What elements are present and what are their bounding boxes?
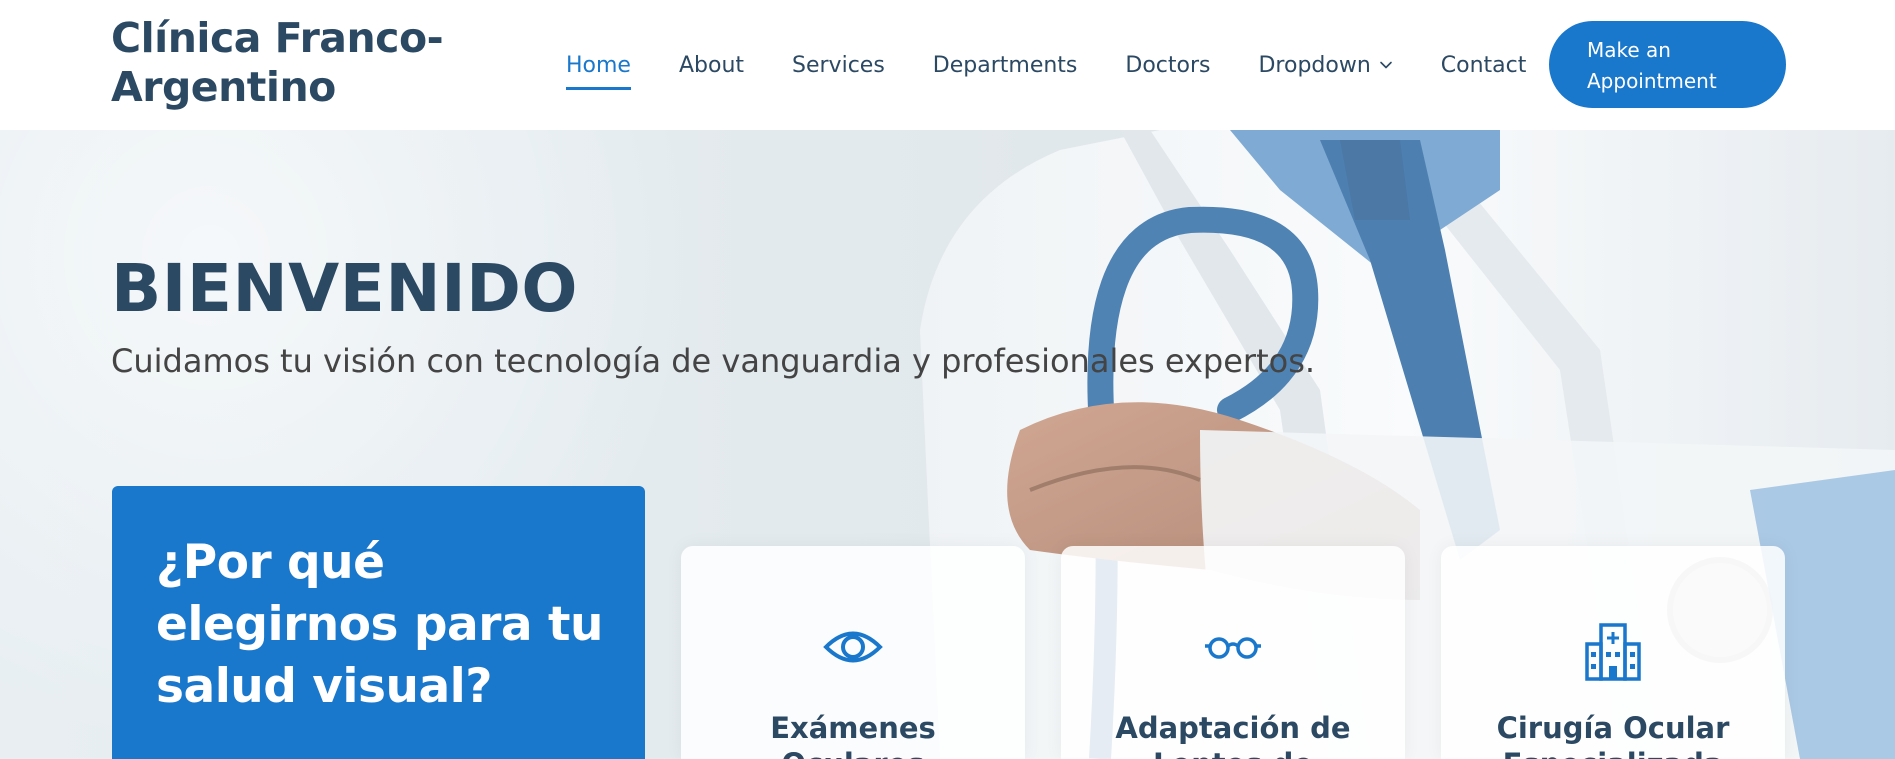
service-card-title: Cirugía Ocular Especializada: [1496, 711, 1730, 759]
nav-doctors-label: Doctors: [1125, 52, 1211, 78]
nav-dropdown[interactable]: Dropdown: [1234, 0, 1416, 130]
nav-doctors[interactable]: Doctors: [1101, 0, 1234, 130]
service-card-exams[interactable]: Exámenes Oculares: [681, 546, 1025, 759]
service-card-title: Adaptación de Lentes de: [1115, 711, 1351, 759]
why-choose-us-box: ¿Por qué elegirnos para tu salud visual?: [112, 486, 645, 759]
hero-title: BIENVENIDO: [111, 250, 579, 327]
service-card-surgery[interactable]: Cirugía Ocular Especializada: [1441, 546, 1785, 759]
nav-departments[interactable]: Departments: [909, 0, 1102, 130]
why-choose-us-title: ¿Por qué elegirnos para tu salud visual?: [156, 535, 603, 714]
chevron-down-icon: [1379, 61, 1392, 69]
hero-section: BIENVENIDO Cuidamos tu visión con tecnol…: [0, 130, 1895, 759]
hero-subtitle: Cuidamos tu visión con tecnología de van…: [111, 342, 1316, 380]
main-nav: Home About Services Departments Doctors …: [542, 0, 1550, 130]
service-card-title: Exámenes Oculares: [770, 711, 936, 759]
nav-contact-label: Contact: [1440, 52, 1527, 78]
service-card-lenses[interactable]: Adaptación de Lentes de: [1061, 546, 1405, 759]
hospital-icon: [1441, 622, 1785, 681]
nav-about-label: About: [678, 52, 745, 78]
nav-services[interactable]: Services: [768, 0, 909, 130]
nav-services-label: Services: [792, 52, 885, 78]
nav-home[interactable]: Home: [542, 0, 655, 130]
nav-about[interactable]: About: [655, 0, 768, 130]
site-logo[interactable]: Clínica Franco-Argentino: [111, 14, 471, 112]
glasses-icon: [1061, 622, 1405, 678]
eye-icon: [681, 622, 1025, 678]
site-header: Clínica Franco-Argentino Home About Serv…: [0, 0, 1895, 130]
nav-home-label: Home: [566, 52, 631, 78]
make-appointment-button[interactable]: Make an Appointment: [1549, 21, 1786, 108]
nav-departments-label: Departments: [932, 52, 1078, 78]
nav-contact[interactable]: Contact: [1417, 0, 1551, 130]
nav-dropdown-label: Dropdown: [1258, 52, 1371, 78]
